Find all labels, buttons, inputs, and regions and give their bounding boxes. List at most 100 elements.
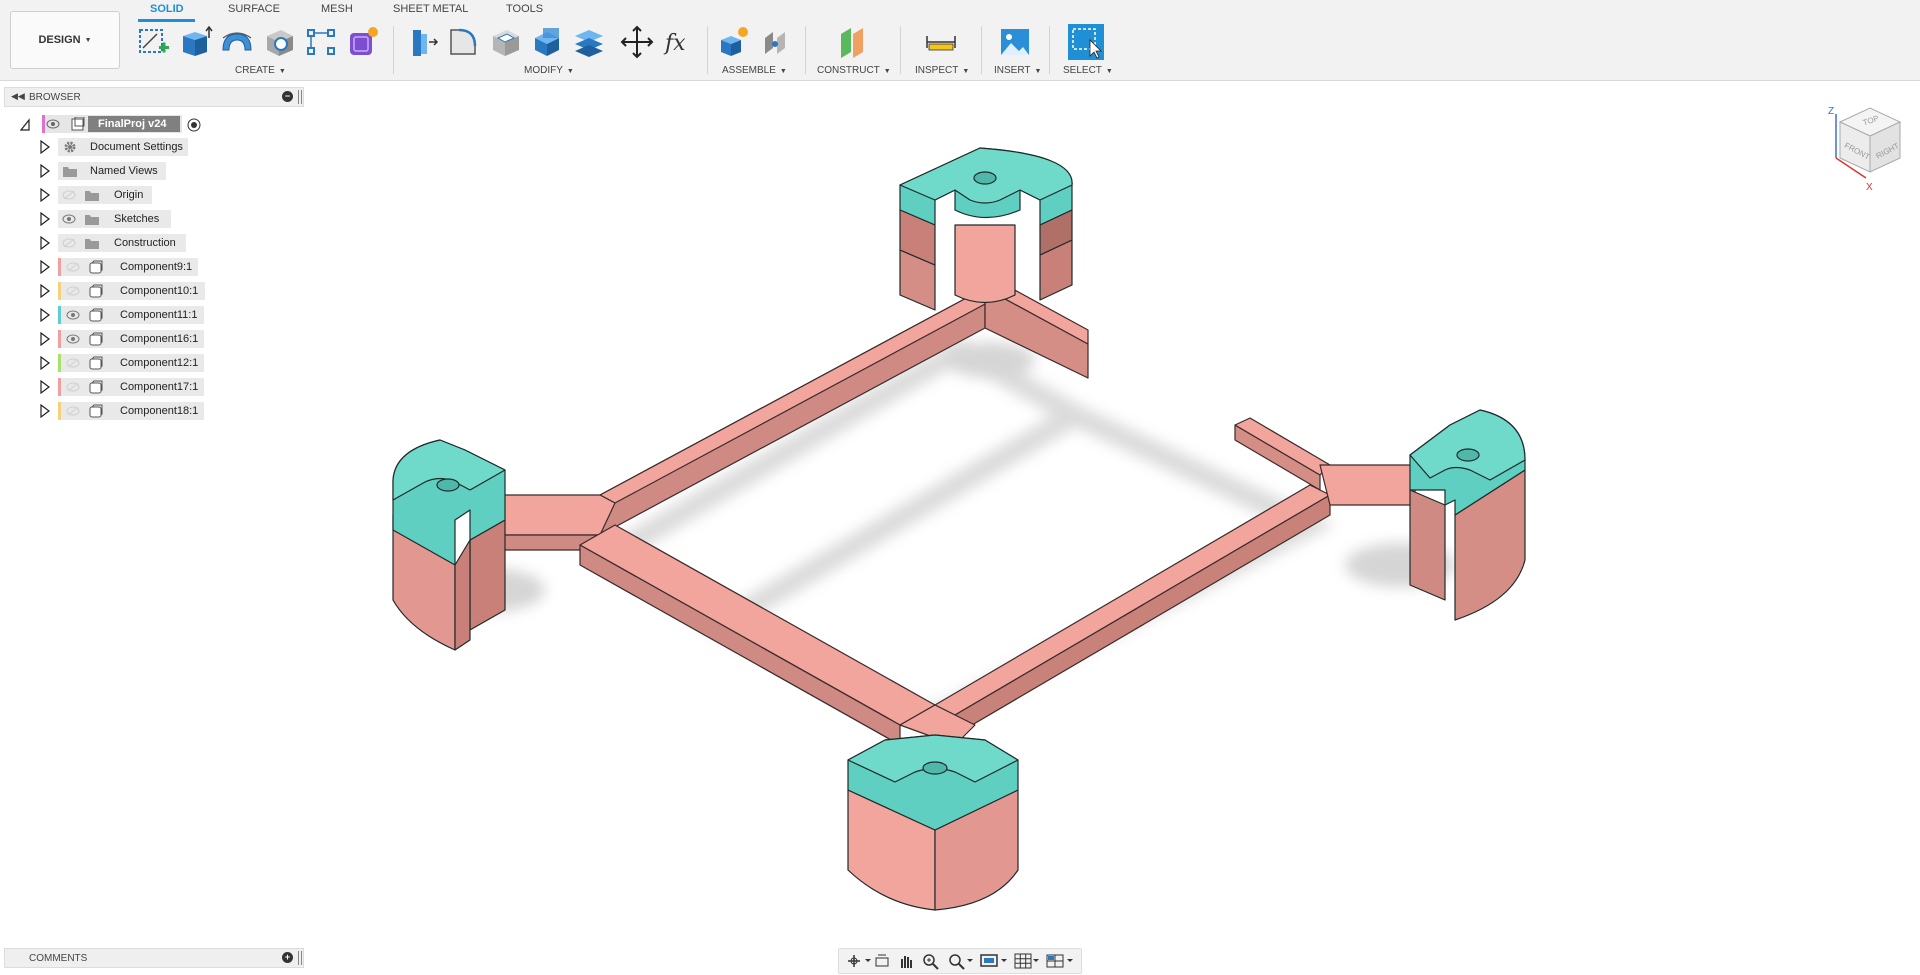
select-icon[interactable]	[1068, 24, 1104, 60]
eye-icon[interactable]	[66, 334, 80, 344]
expand-triangle-icon[interactable]	[40, 163, 50, 179]
display-settings-icon[interactable]	[979, 952, 1007, 970]
look-at-icon[interactable]	[873, 952, 891, 970]
collapse-triangle-icon[interactable]	[19, 118, 30, 132]
named-views-node[interactable]: Named Views	[58, 162, 166, 180]
component-node[interactable]: Component16:1	[58, 330, 204, 348]
expand-triangle-icon[interactable]	[40, 355, 50, 371]
component-icon	[89, 332, 103, 346]
model-viewport[interactable]	[310, 82, 1920, 942]
inspect-group-label[interactable]: INSPECT ▼	[915, 65, 969, 76]
eye-icon[interactable]	[46, 119, 60, 129]
expand-triangle-icon[interactable]	[40, 403, 50, 419]
eye-icon[interactable]	[62, 214, 76, 224]
component-node[interactable]: Component17:1	[58, 378, 204, 396]
sketches-node[interactable]: Sketches	[58, 210, 171, 228]
origin-node[interactable]: Origin	[58, 186, 152, 204]
fillet-icon[interactable]	[445, 24, 481, 60]
component-node[interactable]: Component18:1	[58, 402, 204, 420]
combine-icon[interactable]	[529, 24, 565, 60]
expand-triangle-icon[interactable]	[40, 379, 50, 395]
measure-icon[interactable]	[923, 24, 959, 60]
create-form-icon[interactable]	[345, 24, 381, 60]
tab-solid[interactable]: SOLID	[150, 3, 184, 15]
assemble-group-label[interactable]: ASSEMBLE ▼	[722, 65, 787, 76]
panel-grip-icon[interactable]	[298, 951, 302, 965]
root-component-node[interactable]: FinalProj v24	[42, 115, 182, 133]
shell-icon[interactable]	[487, 24, 523, 60]
grid-settings-icon[interactable]	[1013, 952, 1039, 970]
zoom-window-icon[interactable]	[947, 952, 973, 970]
tab-sheet-metal[interactable]: SHEET METAL	[393, 3, 468, 15]
construction-node[interactable]: Construction	[58, 234, 186, 252]
collapse-panel-icon[interactable]: ◀◀	[11, 91, 25, 102]
eye-hidden-icon[interactable]	[66, 286, 80, 296]
expand-triangle-icon[interactable]	[40, 139, 50, 155]
eye-hidden-icon[interactable]	[66, 406, 80, 416]
eye-hidden-icon[interactable]	[66, 358, 80, 368]
view-cube[interactable]: TOP FRONT RIGHT Z X	[1810, 100, 1910, 200]
parameters-icon[interactable]: fx	[661, 24, 697, 60]
joint-icon[interactable]	[757, 24, 793, 60]
select-group-label[interactable]: SELECT ▼	[1063, 65, 1113, 76]
pan-icon[interactable]	[897, 952, 915, 970]
activate-radio-icon[interactable]	[187, 118, 201, 132]
workspace-switcher-button[interactable]: DESIGN ▼	[10, 11, 120, 69]
insert-canvas-icon[interactable]	[997, 24, 1033, 60]
expand-triangle-icon[interactable]	[40, 211, 50, 227]
document-settings-node[interactable]: Document Settings	[58, 138, 188, 156]
minimize-icon[interactable]: −	[282, 91, 293, 102]
expand-triangle-icon[interactable]	[40, 283, 50, 299]
tree-item-label: Component9:1	[120, 261, 193, 273]
tree-item-label: Component10:1	[120, 285, 199, 297]
create-sketch-icon[interactable]	[135, 24, 171, 60]
eye-hidden-icon[interactable]	[62, 238, 76, 248]
navigation-bar	[838, 948, 1082, 974]
add-comment-icon[interactable]: +	[282, 952, 293, 963]
panel-grip-icon[interactable]	[298, 90, 302, 104]
tree-item-label: Component18:1	[120, 405, 199, 417]
new-component-icon[interactable]	[715, 24, 751, 60]
eye-icon[interactable]	[66, 310, 80, 320]
tab-surface[interactable]: SURFACE	[228, 3, 280, 15]
expand-triangle-icon[interactable]	[40, 259, 50, 275]
expand-triangle-icon[interactable]	[40, 307, 50, 323]
move-copy-icon[interactable]	[619, 24, 655, 60]
eye-hidden-icon[interactable]	[66, 382, 80, 392]
gear-icon	[64, 141, 76, 153]
tree-item-label: Document Settings	[90, 141, 183, 153]
construct-group-label[interactable]: CONSTRUCT ▼	[817, 65, 891, 76]
tree-row-document-settings: Document Settings	[0, 137, 310, 157]
hole-icon[interactable]	[261, 24, 297, 60]
orbit-icon[interactable]	[845, 952, 871, 970]
component-node[interactable]: Component12:1	[58, 354, 204, 372]
tree-row-component: Component12:1	[0, 353, 310, 373]
toolbar-divider	[981, 26, 982, 74]
revolve-icon[interactable]	[219, 24, 255, 60]
pattern-icon[interactable]	[303, 24, 339, 60]
corner-block-right	[1409, 409, 1526, 621]
extrude-icon[interactable]	[177, 24, 213, 60]
tab-mesh[interactable]: MESH	[321, 3, 353, 15]
browser-panel-header: ◀◀ BROWSER −	[4, 87, 304, 107]
expand-triangle-icon[interactable]	[40, 187, 50, 203]
tab-tools[interactable]: TOOLS	[506, 3, 543, 15]
press-pull-icon[interactable]	[403, 24, 439, 60]
component-icon	[71, 117, 85, 131]
expand-triangle-icon[interactable]	[40, 331, 50, 347]
modify-group-label[interactable]: MODIFY ▼	[524, 65, 574, 76]
create-group-label[interactable]: CREATE ▼	[235, 65, 286, 76]
zoom-icon[interactable]	[921, 952, 941, 970]
viewports-icon[interactable]	[1045, 952, 1073, 970]
component-node[interactable]: Component9:1	[58, 258, 198, 276]
offset-plane-icon[interactable]	[835, 24, 871, 60]
eye-hidden-icon[interactable]	[62, 190, 76, 200]
insert-group-label[interactable]: INSERT ▼	[994, 65, 1041, 76]
component-node[interactable]: Component10:1	[58, 282, 205, 300]
component-node[interactable]: Component11:1	[58, 306, 204, 324]
split-body-icon[interactable]	[571, 24, 607, 60]
comments-panel-header[interactable]: COMMENTS +	[4, 948, 304, 968]
eye-hidden-icon[interactable]	[66, 262, 80, 272]
tree-item-label: Component17:1	[120, 381, 199, 393]
expand-triangle-icon[interactable]	[40, 235, 50, 251]
